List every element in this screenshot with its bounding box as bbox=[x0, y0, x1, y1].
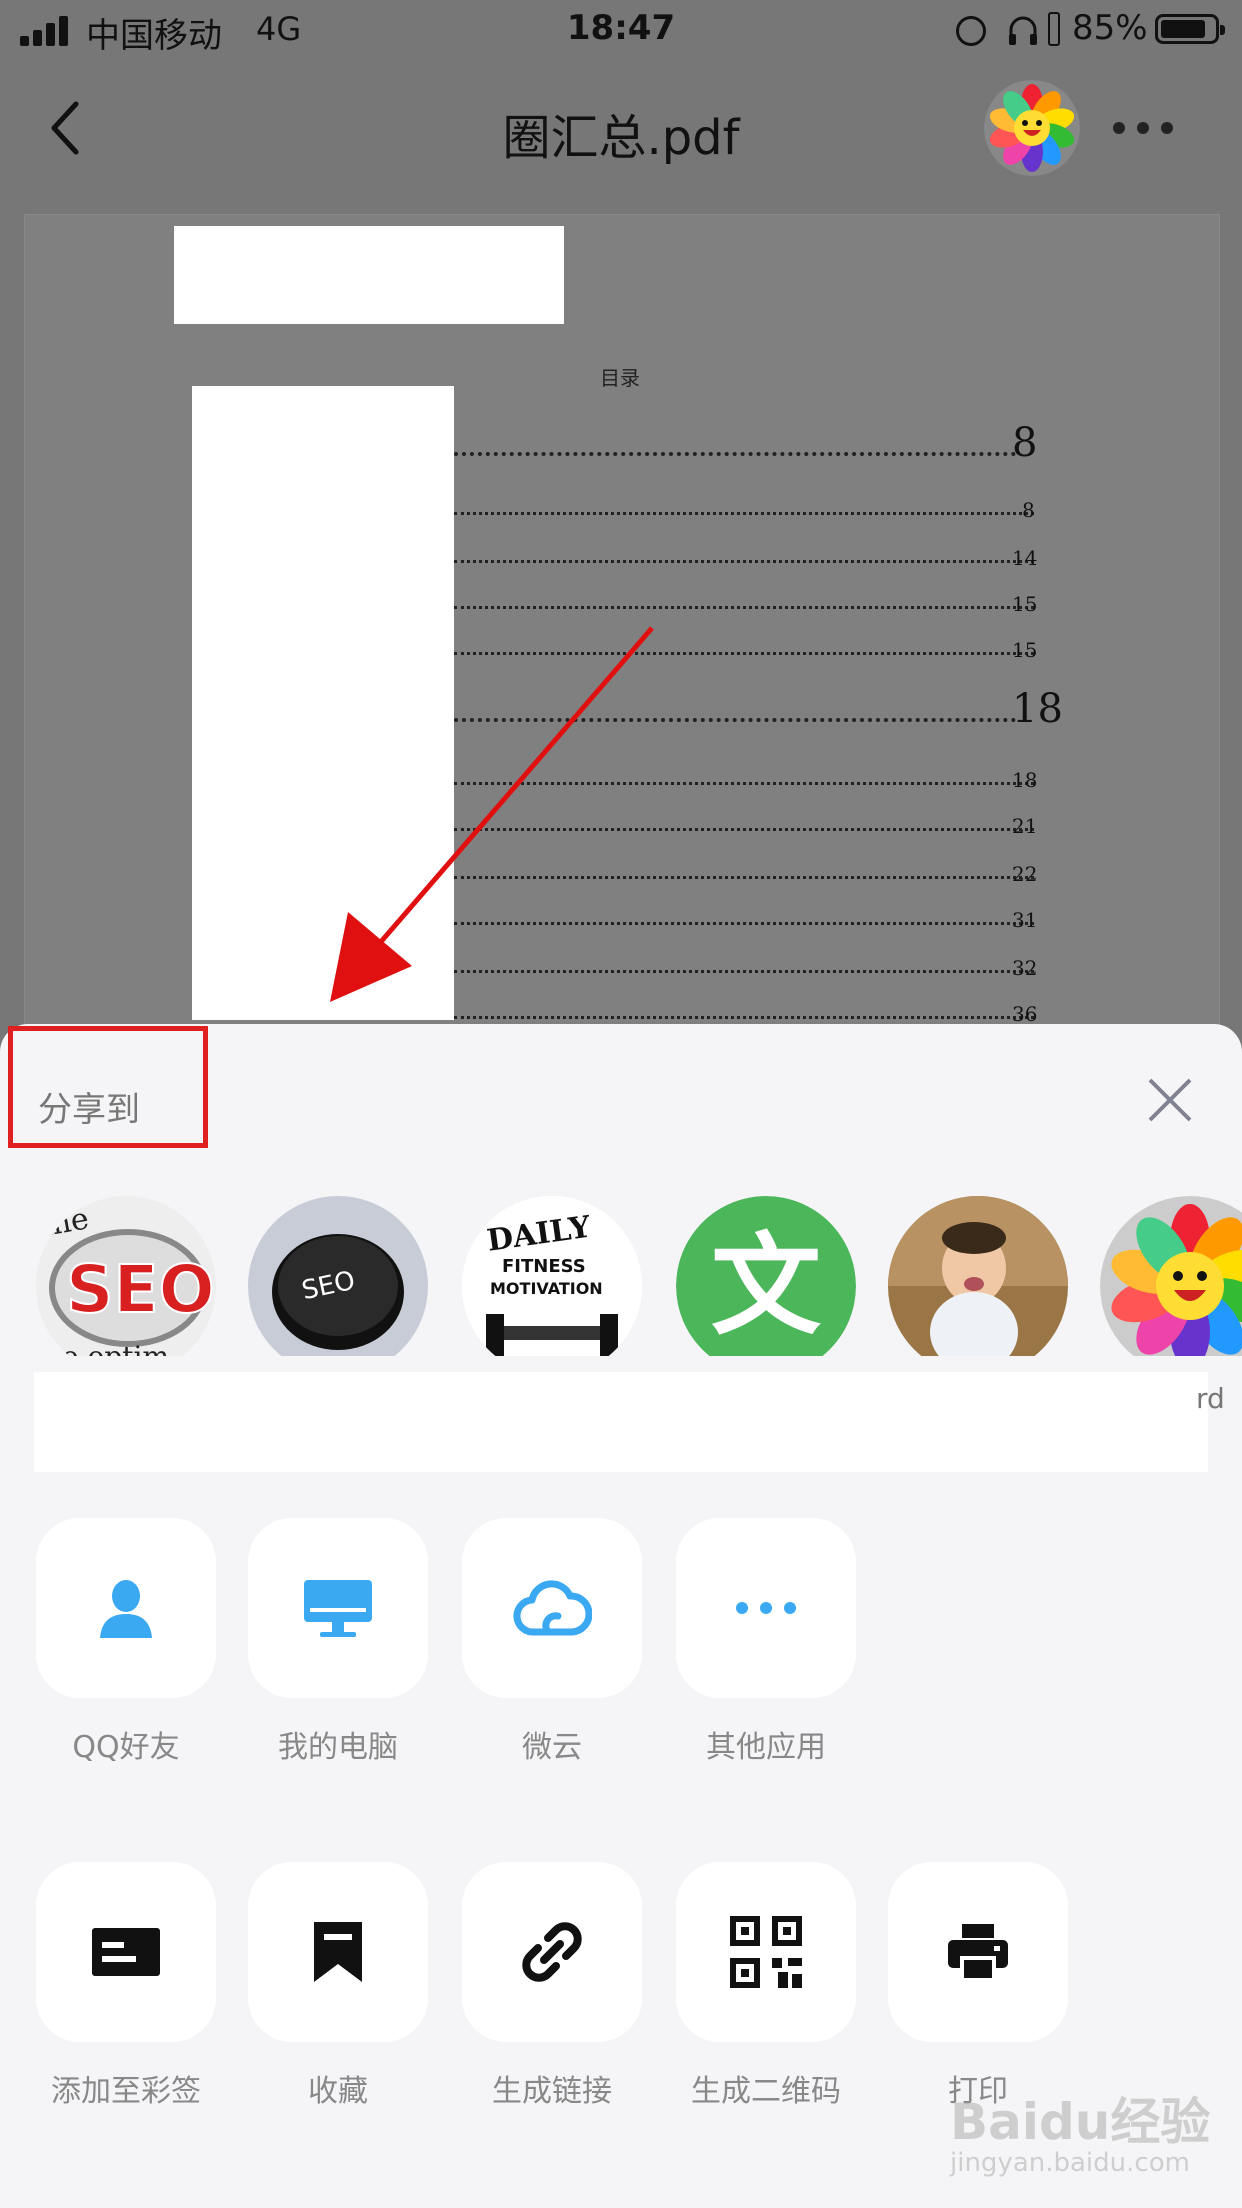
contact-avatar[interactable]: SEO bbox=[248, 1196, 428, 1356]
favorite-label: 收藏 bbox=[308, 2074, 368, 2109]
headphone-icon bbox=[1009, 16, 1037, 45]
share-qq-friend-label: QQ好友 bbox=[72, 1730, 180, 1765]
generate-qrcode-button[interactable] bbox=[676, 1862, 856, 2042]
contact-avatar[interactable] bbox=[888, 1196, 1068, 1356]
watermark-url: jingyan.baidu.com bbox=[950, 2148, 1190, 2178]
toc-leader-dots bbox=[454, 512, 1034, 515]
share-qq-friend-button[interactable] bbox=[36, 1518, 216, 1698]
redacted-contact-names bbox=[34, 1372, 1208, 1472]
toc-page-number: 15 bbox=[1012, 592, 1038, 616]
baidu-jingyan-watermark: Baidu经验 jingyan.baidu.com bbox=[950, 2082, 1220, 2202]
share-weiyun-button[interactable] bbox=[462, 1518, 642, 1698]
close-icon[interactable] bbox=[1144, 1074, 1196, 1126]
toc-leader-dots bbox=[454, 1016, 1034, 1019]
battery-percent: 85% bbox=[1072, 8, 1148, 48]
generate-link-label: 生成链接 bbox=[492, 2074, 612, 2109]
toc-page-number: 8 bbox=[1022, 498, 1035, 522]
svg-text:FITNESS: FITNESS bbox=[502, 1256, 586, 1277]
favorite-button[interactable] bbox=[248, 1862, 428, 2042]
toc-page-number: 8 bbox=[1012, 420, 1038, 466]
generate-link-button[interactable] bbox=[462, 1862, 642, 2042]
more-dots-icon bbox=[736, 1602, 796, 1614]
toc-page-number: 31 bbox=[1012, 908, 1038, 932]
svg-text:e optim: e optim bbox=[62, 1340, 169, 1356]
printer-icon bbox=[948, 1924, 1008, 1982]
toc-page-number: 32 bbox=[1012, 956, 1038, 980]
toc-page-number: 15 bbox=[1012, 638, 1038, 662]
toc-page-number: 18 bbox=[1012, 686, 1063, 732]
nav-bar: 圈汇总.pdf bbox=[0, 64, 1242, 188]
share-other-apps-label: 其他应用 bbox=[706, 1730, 826, 1765]
annotation-arrow bbox=[330, 626, 654, 1002]
monitor-icon bbox=[304, 1580, 372, 1637]
more-options-icon[interactable] bbox=[1110, 116, 1176, 140]
toc-leader-dots bbox=[454, 452, 1016, 456]
status-bar: 中国移动 4G 18:47 85% bbox=[0, 0, 1242, 64]
toc-page-number: 14 bbox=[1012, 546, 1038, 570]
charging-indicator-icon bbox=[1048, 12, 1060, 46]
share-weiyun-label: 微云 bbox=[522, 1730, 582, 1765]
toc-heading: 目录 bbox=[600, 366, 640, 390]
generate-qrcode-label: 生成二维码 bbox=[691, 2074, 841, 2109]
contact-icon bbox=[100, 1580, 152, 1638]
cloud-icon bbox=[513, 1580, 592, 1636]
recent-contacts-row: ine SEO e optim SEO DAILY FITNESS MOTIVA… bbox=[0, 1172, 1242, 1356]
share-my-computer-button[interactable] bbox=[248, 1518, 428, 1698]
user-avatar[interactable] bbox=[984, 80, 1080, 176]
toc-leader-dots bbox=[454, 560, 1034, 563]
toc-page-number: 22 bbox=[1012, 862, 1038, 886]
annotation-highlight-box bbox=[8, 1026, 208, 1148]
toc-leader-dots bbox=[454, 606, 1034, 609]
svg-text:文: 文 bbox=[711, 1222, 821, 1350]
contact-avatar[interactable]: DAILY FITNESS MOTIVATION bbox=[462, 1196, 642, 1356]
add-to-label-label: 添加至彩签 bbox=[51, 2074, 201, 2109]
label-card-icon bbox=[92, 1928, 160, 1976]
bookmark-icon bbox=[314, 1922, 362, 1982]
orientation-lock-icon bbox=[956, 16, 986, 46]
redacted-header-block bbox=[174, 226, 564, 324]
toc-page-number: 18 bbox=[1012, 768, 1038, 792]
print-button[interactable] bbox=[888, 1862, 1068, 2042]
contact-avatar[interactable]: ine SEO e optim bbox=[36, 1196, 216, 1356]
toc-page-number: 21 bbox=[1012, 814, 1038, 838]
svg-text:MOTIVATION: MOTIVATION bbox=[490, 1279, 603, 1298]
svg-text:SEO: SEO bbox=[66, 1251, 215, 1328]
contact-avatar[interactable]: 文 bbox=[676, 1196, 856, 1356]
link-icon bbox=[522, 1922, 582, 1982]
add-to-label-button[interactable] bbox=[36, 1862, 216, 2042]
share-my-computer-label: 我的电脑 bbox=[278, 1730, 398, 1765]
qrcode-icon bbox=[730, 1916, 802, 1988]
battery-icon bbox=[1155, 14, 1225, 44]
toc-page-number: 36 bbox=[1012, 1002, 1038, 1026]
share-sheet: 分享到 ine SEO e optim SEO DAILY FITNESS MO… bbox=[0, 1024, 1242, 2208]
contact-name-truncated: rd bbox=[1196, 1382, 1225, 1415]
watermark-logo: Baidu经验 bbox=[950, 2093, 1211, 2151]
share-other-apps-button[interactable] bbox=[676, 1518, 856, 1698]
contact-avatar[interactable] bbox=[1100, 1196, 1242, 1356]
